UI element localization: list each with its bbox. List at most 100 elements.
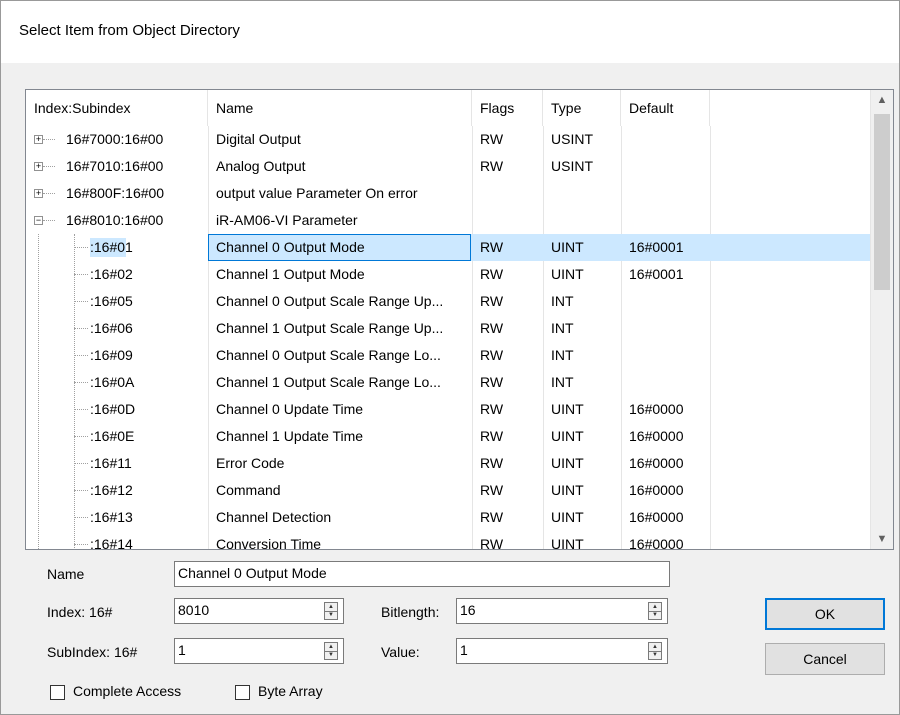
value-spinbox[interactable]: 1 ▲ ▼ (456, 638, 668, 664)
byte-array-label: Byte Array (258, 683, 323, 699)
cell-name: Channel 1 Output Scale Range Lo... (216, 374, 441, 390)
value-input[interactable]: 1 (456, 638, 668, 664)
cell-default (621, 369, 710, 396)
cell-default: 16#0000 (629, 509, 684, 525)
index-spinbox[interactable]: 8010 ▲ ▼ (174, 598, 344, 624)
subindex-spinbox[interactable]: 1 ▲ ▼ (174, 638, 344, 664)
tree-line (74, 234, 75, 549)
cell-flags: RW (480, 320, 504, 336)
table-row[interactable]: +16#7000:16#00 Digital Output RW USINT (26, 126, 871, 153)
cell-type: INT (551, 347, 574, 363)
bitlength-spinbox[interactable]: 16 ▲ ▼ (456, 598, 668, 624)
cell-flags: RW (480, 401, 504, 417)
cell-default: 16#0000 (629, 536, 684, 550)
cell-flags: RW (480, 239, 504, 255)
cell-default (621, 315, 710, 342)
table-row[interactable]: − 16#8010:16#00 iR-AM06-VI Parameter (26, 207, 871, 234)
table-row[interactable]: :16#0A Channel 1 Output Scale Range Lo...… (26, 369, 871, 396)
name-field[interactable]: Channel 0 Output Mode (174, 561, 670, 587)
bitlength-input[interactable]: 16 (456, 598, 668, 624)
table-row[interactable]: :16#14 Conversion Time RW UINT 16#0000 (26, 531, 871, 550)
table-row[interactable]: :16#06 Channel 1 Output Scale Range Up...… (26, 315, 871, 342)
cell-index: :16#12 (90, 482, 133, 498)
index-input[interactable]: 8010 (174, 598, 344, 624)
spin-arrows-icon[interactable]: ▲ ▼ (324, 642, 338, 660)
cell-index: :16#09 (90, 347, 133, 363)
plus-box-icon[interactable]: + (34, 135, 43, 144)
tree-line (43, 220, 55, 221)
cell-name: Channel 0 Output Scale Range Lo... (216, 347, 441, 363)
byte-array-checkbox[interactable] (235, 685, 250, 700)
cell-index: 16#800F:16#00 (66, 185, 165, 201)
cell-type: INT (551, 320, 574, 336)
dialog-title-bar: Select Item from Object Directory (1, 1, 899, 63)
spin-arrows-icon[interactable]: ▲ ▼ (648, 602, 662, 620)
table-row[interactable]: :16#05 Channel 0 Output Scale Range Up...… (26, 288, 871, 315)
table-row[interactable]: :16#0D Channel 0 Update Time RW UINT 16#0000 (26, 396, 871, 423)
table-row[interactable]: :16#13 Channel Detection RW UINT 16#0000 (26, 504, 871, 531)
column-header-type[interactable]: Type (543, 90, 621, 126)
cell-type: UINT (551, 482, 584, 498)
cell-index: 16#7010:16#00 (66, 158, 164, 174)
cell-type: INT (551, 374, 574, 390)
cell-index: 16#7000:16#00 (66, 131, 164, 147)
table-row[interactable]: :16#12 Command RW UINT 16#0000 (26, 477, 871, 504)
cell-flags: RW (480, 293, 504, 309)
table-row[interactable]: +16#800F:16#00 output value Parameter On … (26, 180, 871, 207)
cell-name: Channel 1 Update Time (216, 428, 364, 444)
cell-default: 16#0001 (629, 239, 684, 255)
chevron-down-icon[interactable]: ▼ (871, 529, 893, 549)
minus-box-icon[interactable]: − (34, 216, 43, 225)
cell-default (621, 207, 710, 234)
cell-name: Conversion Time (216, 536, 322, 550)
cell-type: USINT (551, 158, 593, 174)
table-row[interactable]: :16#0E Channel 1 Update Time RW UINT 16#0000 (26, 423, 871, 450)
cell-type: UINT (551, 509, 584, 525)
cell-index: :16#05 (90, 293, 133, 309)
cell-default (621, 153, 710, 180)
object-directory-list[interactable]: Index:Subindex Name Flags Type Default +… (25, 89, 894, 550)
subindex-label: SubIndex: 16# (47, 644, 138, 660)
cell-flags: RW (480, 131, 504, 147)
column-header-flags[interactable]: Flags (472, 90, 543, 126)
cell-type: UINT (551, 401, 584, 417)
spin-arrows-icon[interactable]: ▲ ▼ (648, 642, 662, 660)
cell-type: UINT (551, 455, 584, 471)
ok-button[interactable]: OK (765, 598, 885, 630)
cell-default (621, 126, 710, 153)
plus-box-icon[interactable]: + (34, 162, 43, 171)
vertical-scrollbar[interactable]: ▲ ▼ (870, 90, 893, 549)
select-item-dialog: Select Item from Object Directory Index:… (0, 0, 900, 715)
scrollbar-thumb[interactable] (874, 114, 890, 290)
column-header-default[interactable]: Default (621, 90, 710, 126)
cell-index: :16#14 (90, 536, 133, 550)
tree-line (43, 166, 55, 167)
cell-flags: RW (480, 509, 504, 525)
complete-access-checkbox[interactable] (50, 685, 65, 700)
cell-name: Channel 0 Output Scale Range Up... (216, 293, 444, 309)
complete-access-label: Complete Access (73, 683, 182, 699)
table-row[interactable]: +16#7010:16#00 Analog Output RW USINT (26, 153, 871, 180)
table-row[interactable]: :16#11 Error Code RW UINT 16#0000 (26, 450, 871, 477)
cell-index: 16#8010:16#00 (66, 212, 164, 228)
cell-flags: RW (480, 266, 504, 282)
table-row[interactable]: :16#01 Channel 0 Output Mode RW UINT 16#0001 (26, 234, 871, 261)
cell-type (543, 180, 621, 207)
cell-flags: RW (480, 374, 504, 390)
cell-type: UINT (551, 239, 584, 255)
column-header-name[interactable]: Name (208, 90, 472, 126)
cancel-button[interactable]: Cancel (765, 643, 885, 675)
cell-default: 16#0000 (629, 482, 684, 498)
table-row[interactable]: :16#09 Channel 0 Output Scale Range Lo...… (26, 342, 871, 369)
cell-type: UINT (551, 428, 584, 444)
spin-arrows-icon[interactable]: ▲ ▼ (324, 602, 338, 620)
column-header-index[interactable]: Index:Subindex (26, 90, 208, 126)
table-row[interactable]: :16#02 Channel 1 Output Mode RW UINT 16#0001 (26, 261, 871, 288)
cell-type (543, 207, 621, 234)
plus-box-icon[interactable]: + (34, 189, 43, 198)
cell-index: :16#02 (90, 266, 133, 282)
cell-index: :16#0D (90, 401, 136, 417)
cell-default: 16#0000 (629, 428, 684, 444)
chevron-up-icon[interactable]: ▲ (871, 90, 893, 110)
subindex-input[interactable]: 1 (174, 638, 344, 664)
